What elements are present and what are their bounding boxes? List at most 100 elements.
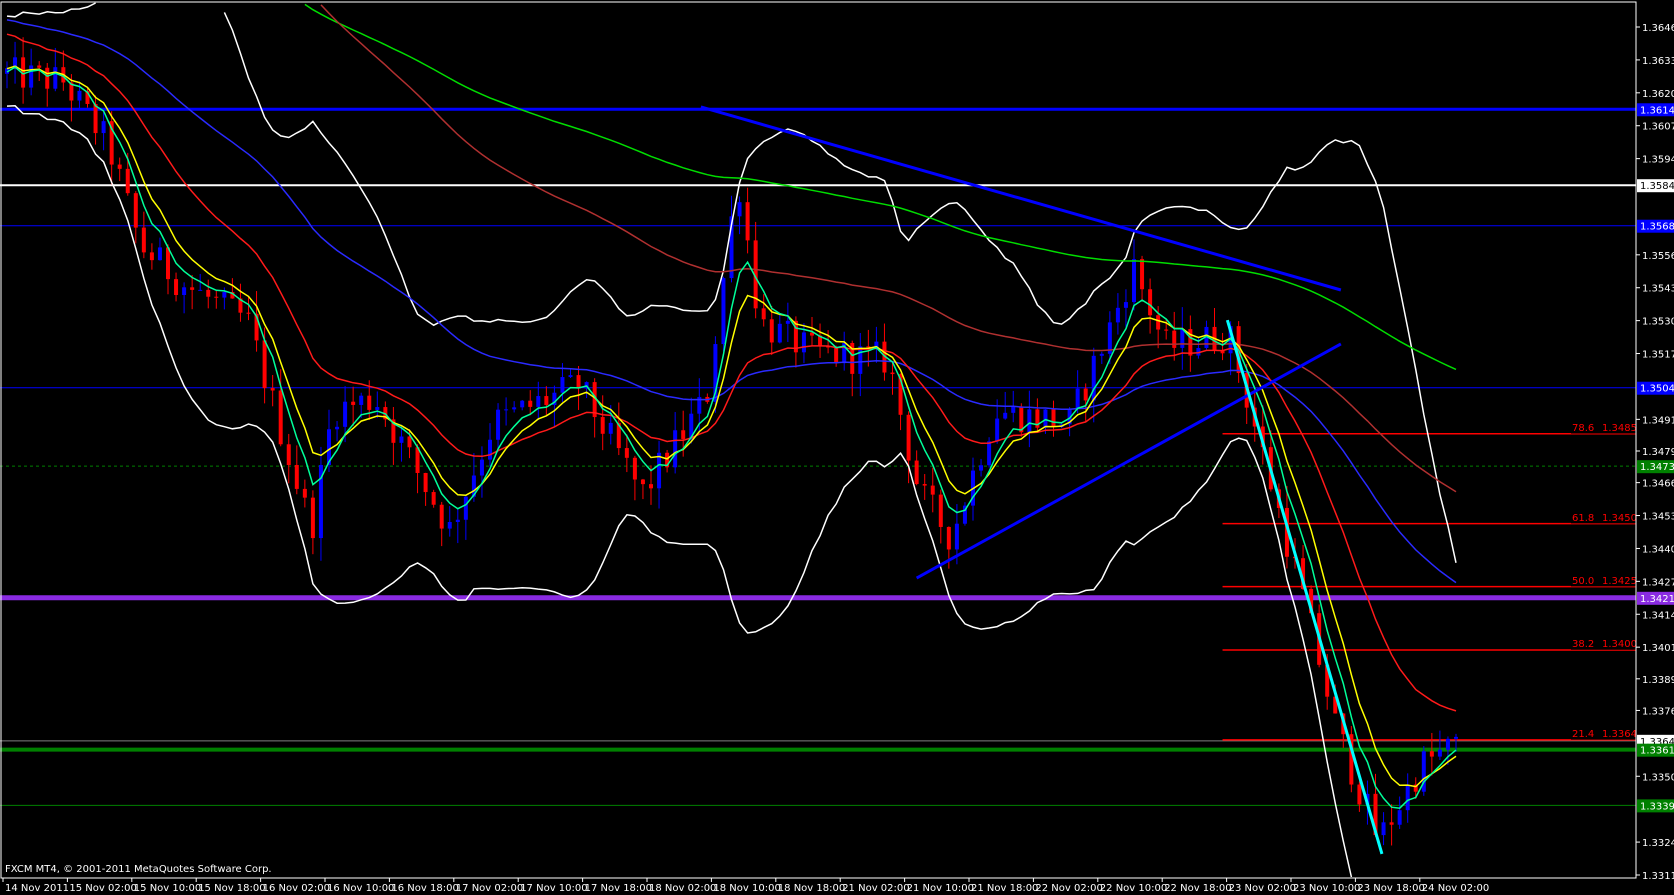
- candle-body: [149, 252, 154, 261]
- time-tick-label: 14 Nov 2011: [5, 883, 69, 894]
- price-tick-label: 1.33245: [1642, 838, 1674, 849]
- candle-body: [979, 465, 984, 471]
- time-tick-label: 24 Nov 02:00: [1422, 883, 1489, 894]
- price-tick-label: 1.36465: [1642, 23, 1674, 34]
- candle-body: [954, 523, 959, 550]
- candle-body: [310, 497, 315, 539]
- candle-body: [496, 409, 501, 440]
- candle-body: [77, 90, 82, 101]
- time-tick-label: 17 Nov 10:00: [520, 883, 587, 894]
- candle: [1019, 403, 1024, 437]
- candle-body: [777, 323, 782, 343]
- price-tick-label: 1.33115: [1642, 871, 1674, 882]
- candle-body: [246, 312, 251, 314]
- candle-body: [624, 448, 629, 458]
- candle-body: [681, 430, 686, 439]
- fib-level-percent: 78.6: [1572, 423, 1594, 434]
- candle-body: [769, 319, 774, 343]
- candle: [721, 276, 726, 352]
- candle-body: [761, 308, 766, 320]
- candle-body: [447, 522, 452, 529]
- candle-body: [125, 168, 130, 194]
- candle-body: [504, 409, 509, 411]
- price-line-label: 1.34210: [1640, 594, 1674, 605]
- candle-body: [1083, 388, 1088, 401]
- candle-body: [1003, 412, 1008, 419]
- time-tick-label: 16 Nov 18:00: [391, 883, 458, 894]
- candle-body: [520, 400, 525, 408]
- fib-level-percent: 21.4: [1572, 729, 1594, 740]
- price-tick-label: 1.35435: [1642, 284, 1674, 295]
- candle-body: [1011, 406, 1016, 413]
- time-tick-label: 23 Nov 18:00: [1357, 883, 1424, 894]
- candle-body: [335, 426, 340, 430]
- candle-body: [1357, 784, 1362, 805]
- fib-level-percent: 50.0: [1572, 576, 1594, 587]
- price-tick-label: 1.34535: [1642, 512, 1674, 523]
- candle-body: [536, 396, 541, 407]
- candle-body: [479, 459, 484, 476]
- candle: [962, 502, 967, 526]
- candle-body: [858, 346, 863, 374]
- time-tick-label: 22 Nov 18:00: [1164, 883, 1231, 894]
- candle-body: [101, 121, 106, 134]
- time-tick-label: 15 Nov 10:00: [134, 883, 201, 894]
- candle-body: [1027, 409, 1032, 433]
- candle-body: [576, 375, 581, 389]
- price-tick-label: 1.36205: [1642, 89, 1674, 100]
- price-tick-label: 1.34790: [1642, 447, 1674, 458]
- candle-body: [930, 485, 935, 495]
- candle-body: [270, 388, 275, 391]
- candle-body: [302, 488, 307, 498]
- candle-body: [745, 202, 750, 241]
- candle-body: [53, 67, 58, 89]
- time-tick-label: 18 Nov 18:00: [778, 883, 845, 894]
- candle-body: [640, 479, 645, 485]
- candle-body: [37, 65, 42, 68]
- candle-body: [1107, 322, 1112, 354]
- candle-body: [157, 247, 162, 261]
- candle-body: [1389, 822, 1394, 825]
- candle-body: [1132, 259, 1136, 303]
- time-tick-label: 22 Nov 02:00: [1035, 883, 1102, 894]
- price-tick-label: 1.36335: [1642, 56, 1674, 67]
- candle-body: [1437, 749, 1442, 757]
- candle-body: [359, 395, 364, 405]
- candle-body: [488, 439, 492, 460]
- price-tick-label: 1.33890: [1642, 675, 1674, 686]
- price-line-label: 1.36140: [1640, 105, 1674, 116]
- candle-body: [1397, 810, 1402, 825]
- candle-body: [544, 396, 549, 405]
- price-tick-label: 1.35305: [1642, 317, 1674, 328]
- candle-body: [922, 484, 927, 486]
- price-line-label: 1.33390: [1640, 801, 1674, 812]
- candle-body: [93, 103, 98, 134]
- time-tick-label: 21 Nov 18:00: [971, 883, 1038, 894]
- price-tick-label: 1.33765: [1642, 706, 1674, 717]
- candle-body: [1148, 289, 1153, 316]
- candle-body: [278, 390, 283, 445]
- candle-body: [568, 375, 573, 378]
- candle-body: [801, 332, 806, 353]
- price-line-label: 1.34730: [1640, 462, 1674, 473]
- candle-body: [174, 279, 179, 296]
- candle-body: [1099, 353, 1104, 356]
- candle-body: [399, 436, 404, 443]
- candle-body: [673, 430, 678, 468]
- candle-body: [995, 418, 1000, 442]
- time-tick-label: 23 Nov 10:00: [1293, 883, 1360, 894]
- price-line-label: 1.33610: [1640, 746, 1674, 757]
- candle-body: [1140, 259, 1145, 290]
- candle-body: [987, 441, 992, 466]
- candle-body: [351, 401, 356, 405]
- candle-body: [528, 400, 533, 407]
- candle-body: [1405, 784, 1410, 811]
- price-tick-label: 1.34015: [1642, 643, 1674, 654]
- time-tick-label: 15 Nov 18:00: [198, 883, 265, 894]
- candle-body: [133, 193, 138, 228]
- price-tick-label: 1.36075: [1642, 122, 1674, 133]
- price-tick-label: 1.34665: [1642, 479, 1674, 490]
- price-chart[interactable]: 78.6 1.3485761.8 1.3450250.0 1.3425338.2 1.3…: [0, 0, 1674, 895]
- time-tick-label: 16 Nov 02:00: [263, 883, 330, 894]
- time-tick-label: 15 Nov 02:00: [69, 883, 136, 894]
